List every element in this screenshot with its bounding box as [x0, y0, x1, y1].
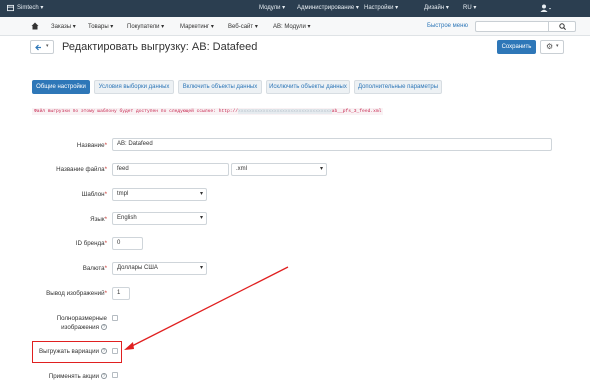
user-icon[interactable]: [540, 4, 552, 12]
highlight-box: [32, 341, 122, 363]
page-title: Редактировать выгрузку: AB: Datafeed: [62, 41, 258, 53]
currency-select[interactable]: Доллары США: [112, 262, 207, 275]
chevron-down-icon: ▾: [556, 43, 559, 49]
menu-design[interactable]: Дизайн ▾: [424, 4, 449, 11]
filename-label: Название файла*: [56, 166, 107, 173]
language-label: Язык*: [90, 216, 107, 223]
search-button[interactable]: [548, 21, 576, 32]
tab-extra[interactable]: Дополнительные параметры: [354, 80, 442, 94]
nav-website[interactable]: Веб-сайт ▾: [228, 23, 258, 30]
filename-field[interactable]: feed: [112, 163, 229, 176]
tab-exclude[interactable]: Исключить объекты данных: [266, 80, 350, 94]
tab-conditions[interactable]: Условия выборки данных: [94, 80, 174, 94]
name-label: Название*: [76, 142, 107, 149]
nav-ab-modules[interactable]: AB: Модули ▾: [273, 23, 311, 30]
fullsize-label: Полноразмерные изображения?: [56, 315, 107, 331]
help-icon[interactable]: ?: [101, 324, 107, 331]
tab-general[interactable]: Общие настройки: [32, 80, 90, 94]
fullsize-checkbox[interactable]: [112, 315, 118, 321]
tab-include[interactable]: Включить объекты данных: [178, 80, 262, 94]
file-extension-select[interactable]: .xml: [231, 163, 327, 176]
menu-administration[interactable]: Администрирование ▾: [297, 4, 359, 11]
blurred-url: xxxxxxxxxxxxxxxxxxxxxxxxxxxxxxxxxx: [238, 109, 332, 114]
save-button[interactable]: Сохранить: [497, 40, 536, 54]
page-header: ▾ Редактировать выгрузку: AB: Datafeed С…: [30, 38, 564, 58]
settings-button[interactable]: ⚙ ▾: [540, 40, 564, 54]
language-select[interactable]: English: [112, 212, 207, 225]
menu-settings[interactable]: Настройки ▾: [364, 4, 398, 11]
template-label: Шаблон*: [81, 191, 107, 198]
top-bar: Simtech ▾ Модули ▾ Администрирование ▾ Н…: [0, 0, 590, 17]
menu-language[interactable]: RU ▾: [463, 4, 476, 11]
images-label: Вывод изображений*: [46, 290, 107, 297]
gear-icon: ⚙: [546, 42, 554, 51]
arrow-left-icon: [35, 44, 41, 51]
promo-label: Применять акции?: [48, 373, 107, 380]
brand-menu[interactable]: Simtech ▾: [17, 4, 43, 11]
nav-orders[interactable]: Заказы ▾: [51, 23, 76, 30]
feed-url-notice: Файл выгрузки по этому шаблону будет дос…: [32, 108, 384, 115]
nav-products[interactable]: Товары ▾: [88, 23, 113, 30]
nav-marketing[interactable]: Маркетинг ▾: [180, 23, 214, 30]
brand-id-label: ID бренда*: [75, 240, 107, 247]
nav-customers[interactable]: Покупатели ▾: [127, 23, 164, 30]
name-field[interactable]: AB: Datafeed: [112, 138, 552, 151]
help-icon[interactable]: ?: [101, 373, 107, 380]
quick-menu-link[interactable]: Быстрое меню: [427, 23, 468, 29]
template-select[interactable]: tmpl: [112, 188, 207, 201]
menu-modules[interactable]: Модули ▾: [259, 4, 285, 11]
images-field[interactable]: 1: [112, 287, 130, 300]
back-button[interactable]: ▾: [30, 40, 54, 54]
chevron-down-icon: ▾: [46, 43, 49, 49]
brand-id-field[interactable]: 0: [112, 237, 143, 250]
currency-label: Валюта*: [82, 265, 107, 272]
search-icon: [559, 23, 566, 30]
store-icon: [7, 4, 14, 12]
home-icon[interactable]: [31, 22, 39, 30]
promo-checkbox[interactable]: [112, 372, 118, 378]
